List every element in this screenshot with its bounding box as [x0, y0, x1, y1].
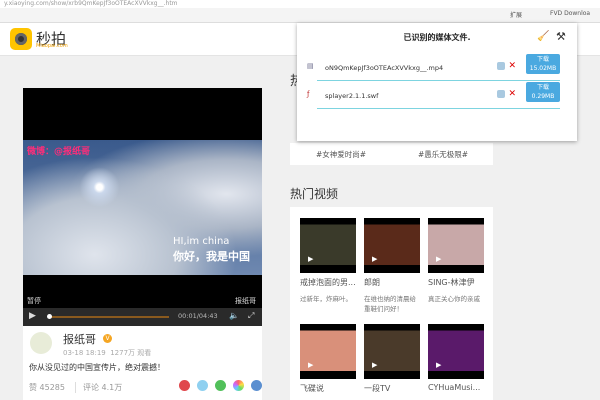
comment-button[interactable]: 评论 4.1万 — [75, 382, 122, 393]
video-player[interactable]: 微博：@报纸哥 HI,im china 你好，我是中国 暂停 报纸哥 — [23, 88, 262, 308]
download-label: 下载 — [536, 84, 549, 91]
download-button[interactable]: 下载 15.02MB — [526, 54, 560, 74]
caption-cn: 你好，我是中国 — [173, 250, 250, 263]
weibo-watermark: 微博：@报纸哥 — [27, 147, 91, 157]
flash-file-icon: ƒ — [307, 90, 310, 98]
qq-share-icon[interactable] — [251, 380, 262, 391]
popup-title: 已识别的媒体文件. — [403, 33, 471, 42]
video-thumbnail[interactable] — [364, 218, 420, 273]
fvd-downloader-button[interactable]: FVD Downloa — [550, 10, 590, 17]
media-downloader-popup: 已识别的媒体文件. 🧹 ⚒ ▤ oN9QmKepJf3oOTEAcXVVkxg_… — [297, 23, 577, 141]
remove-icon[interactable]: ✕ — [508, 89, 516, 99]
author-watermark: 报纸哥 — [235, 297, 256, 305]
post-date: 03-18 18:19 — [63, 349, 106, 357]
video-frame: 微博：@报纸哥 HI,im china 你好，我是中国 — [23, 140, 262, 275]
fullscreen-icon[interactable]: ⤢ — [248, 311, 254, 321]
hot-videos-grid: 戒掉泡面的男... 郎朗 SING-林津伊 过新年，炸麻叶。 在维也纳的清晨给重… — [290, 207, 493, 400]
progress-bar[interactable] — [47, 314, 169, 319]
media-file-row: ƒ splayer2.1.1.swf ✕ 下载 0.29MB — [307, 82, 560, 109]
file-size: 15.02MB — [529, 65, 557, 72]
logo-icon[interactable] — [10, 28, 32, 50]
tag-list: #女神爱时尚# #愚乐无极限# — [290, 143, 493, 165]
video-title[interactable]: 一段TV — [364, 383, 424, 394]
preview-icon[interactable] — [497, 62, 505, 70]
browser-toolbar: 扩展 FVD Downloa — [0, 8, 600, 23]
pause-label: 暂停 — [27, 297, 41, 305]
download-button[interactable]: 下载 0.29MB — [526, 82, 560, 102]
tools-icon[interactable]: ⚒ — [556, 30, 566, 43]
media-file-row: ▤ oN9QmKepJf3oOTEAcXVVkxg__.mp4 ✕ 下载 15.0… — [307, 54, 560, 81]
time-display: 00:01/04:43 — [178, 312, 218, 320]
weibo-share-icon[interactable] — [179, 380, 190, 391]
tag-item[interactable]: #女神爱时尚# — [316, 149, 366, 160]
logo-subtext: Miaopai.com — [36, 43, 68, 49]
file-size: 0.29MB — [531, 93, 555, 100]
like-button[interactable]: 赞 45285 — [29, 382, 65, 393]
tag-item[interactable]: #愚乐无极限# — [418, 149, 468, 160]
author-name[interactable]: 报纸哥 — [63, 331, 96, 347]
download-label: 下载 — [536, 56, 549, 63]
video-file-icon: ▤ — [307, 62, 314, 70]
broom-icon[interactable]: 🧹 — [537, 31, 549, 42]
verified-badge: V — [103, 334, 112, 343]
post-meta: 03-18 18:19 1277万 观看 — [63, 348, 151, 358]
video-thumbnail[interactable] — [428, 218, 484, 273]
volume-icon[interactable]: 🔈 — [229, 311, 239, 320]
hot-videos-heading: 热门视频 — [290, 187, 339, 201]
player-controls: ▶ 00:01/04:43 🔈 ⤢ — [23, 308, 262, 326]
video-thumbnail[interactable] — [300, 218, 356, 273]
video-description: 在维也纳的清晨给重鞋们问好！ — [364, 295, 416, 313]
video-title[interactable]: 飞碟说 — [300, 383, 360, 394]
remove-icon[interactable]: ✕ — [508, 61, 516, 71]
play-icon[interactable]: ▶ — [29, 311, 36, 321]
video-title[interactable]: 郎朗 — [364, 277, 424, 288]
wechat-share-icon[interactable] — [215, 380, 226, 391]
moments-share-icon[interactable] — [233, 380, 244, 391]
video-description: 过新年，炸麻叶。 — [300, 295, 352, 303]
address-bar[interactable]: y.xiaoying.com/show/xrb9QmKepJf3oOTEAcXV… — [0, 0, 600, 8]
video-thumbnail[interactable] — [428, 324, 484, 379]
video-title[interactable]: 戒掉泡面的男... — [300, 277, 360, 288]
view-count: 1277万 观看 — [110, 349, 152, 357]
video-thumbnail[interactable] — [300, 324, 356, 379]
caption-en: HI,im china — [173, 236, 230, 247]
file-name: splayer2.1.1.swf — [325, 92, 379, 100]
video-description: 真正关心你的亲戚 — [428, 295, 480, 303]
video-title[interactable]: CYHuaMusi... — [428, 383, 488, 392]
extensions-button[interactable]: 扩展 — [510, 10, 522, 19]
preview-icon[interactable] — [497, 90, 505, 98]
tencent-share-icon[interactable] — [197, 380, 208, 391]
video-title[interactable]: SING-林津伊 — [428, 277, 488, 288]
video-thumbnail[interactable] — [364, 324, 420, 379]
avatar[interactable] — [30, 332, 52, 354]
post-info: 报纸哥 V 03-18 18:19 1277万 观看 你从没见过的中国宣传片，绝… — [23, 326, 262, 400]
post-description: 你从没见过的中国宣传片，绝对震撼！ — [29, 363, 165, 372]
file-name: oN9QmKepJf3oOTEAcXVVkxg__.mp4 — [325, 64, 444, 72]
